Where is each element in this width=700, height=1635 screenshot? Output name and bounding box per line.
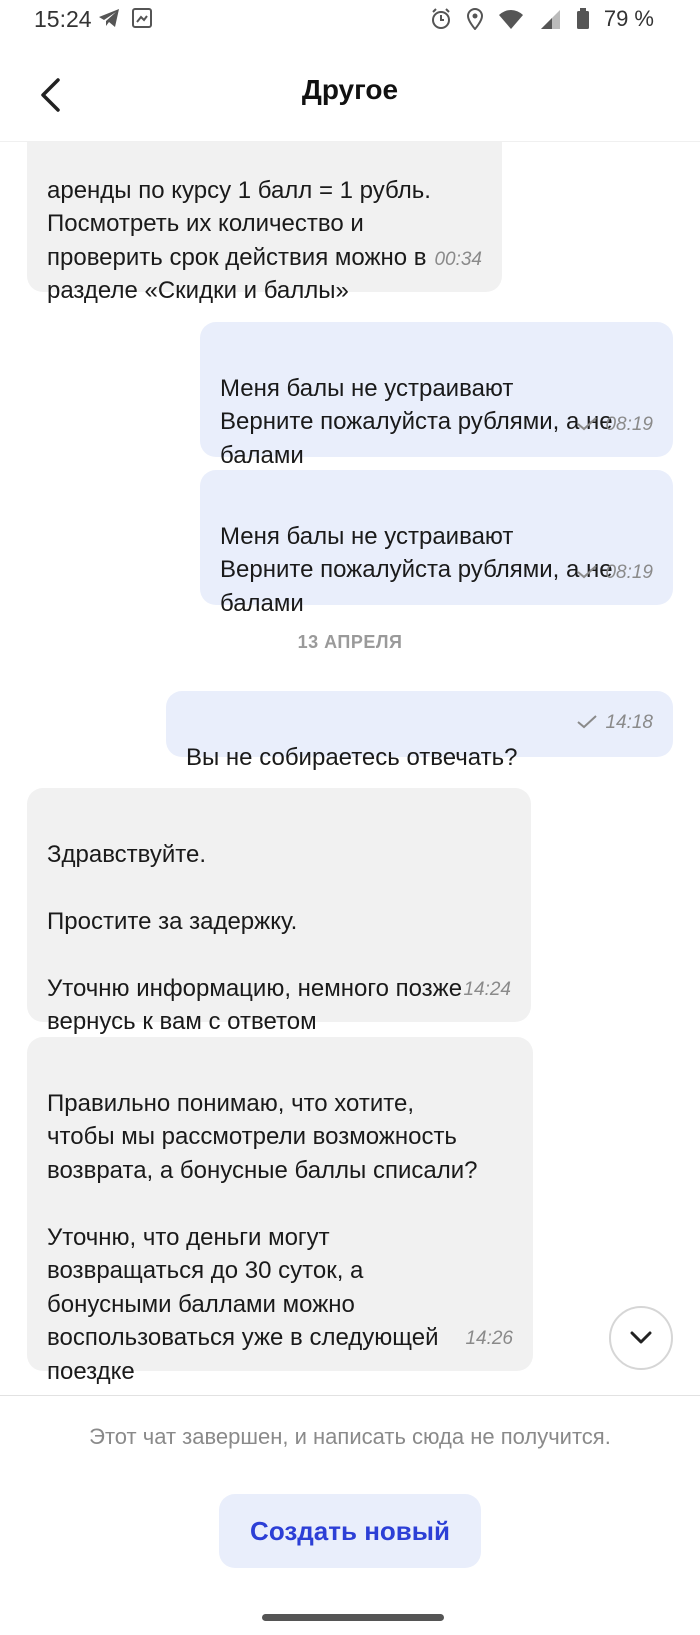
message-outgoing: Меня балы не устраивают Верните пожалуйс… <box>200 322 673 469</box>
battery-icon <box>576 8 589 29</box>
page-title: Другое <box>301 74 399 105</box>
footer-divider <box>0 1395 700 1396</box>
check-icon <box>577 417 598 431</box>
message-incoming: Правильно понимаю, что хотите, чтобы мы … <box>27 1037 533 1385</box>
message-meta: 00:34 <box>434 243 482 277</box>
message-incoming: Здравствуйте. Простите за задержку. Уточ… <box>27 788 531 1035</box>
message-time: 14:24 <box>463 978 511 1000</box>
message-incoming: аренды по курсу 1 балл = 1 рубль. Посмот… <box>27 142 502 304</box>
message-meta: 08:19 <box>577 408 653 442</box>
status-left-icons <box>98 8 152 28</box>
message-time: 08:19 <box>605 413 653 435</box>
battery-percentage: 79 % <box>603 6 654 31</box>
status-time: 15:24 <box>34 6 92 32</box>
status-right-icons: 79 % <box>430 6 654 32</box>
chevron-down-icon <box>630 1331 652 1344</box>
message-outgoing: Меня балы не устраивают Верните пожалуйс… <box>200 470 673 617</box>
message-time: 14:18 <box>605 711 653 733</box>
location-icon <box>466 8 483 30</box>
message-text: Здравствуйте. Простите за задержку. Уточ… <box>47 840 463 1036</box>
message-time: 14:26 <box>465 1327 513 1349</box>
message-meta: 08:19 <box>577 556 653 590</box>
status-bar: 15:24 79 % <box>0 0 700 40</box>
home-indicator[interactable] <box>262 1614 444 1621</box>
chat-messages[interactable]: аренды по курсу 1 балл = 1 рубль. Посмот… <box>0 142 700 1396</box>
date-separator: 13 АПРЕЛЯ <box>297 632 403 652</box>
message-meta: 14:18 <box>577 706 653 740</box>
message-time: 00:34 <box>434 248 482 270</box>
wifi-icon <box>498 10 523 29</box>
check-icon <box>577 565 598 579</box>
message-text: аренды по курсу 1 балл = 1 рубль. Посмот… <box>47 176 431 305</box>
alarm-icon <box>431 8 450 29</box>
chat-header: Другое <box>0 48 700 142</box>
photo-icon <box>132 8 152 28</box>
signal-icon <box>540 10 560 29</box>
message-outgoing: Вы не собираетесь отвечать? 14:18 <box>166 691 673 771</box>
scroll-down-button[interactable] <box>609 1306 673 1370</box>
message-time: 08:19 <box>605 561 653 583</box>
message-meta: 14:26 <box>465 1322 513 1356</box>
chat-closed-notice: Этот чат завершен, и написать сюда не по… <box>89 1424 611 1449</box>
create-new-button[interactable]: Создать новый <box>219 1494 481 1568</box>
check-icon <box>577 715 598 729</box>
message-text: Правильно понимаю, что хотите, чтобы мы … <box>47 1089 478 1385</box>
message-meta: 14:24 <box>463 973 511 1007</box>
message-text: Вы не собираетесь отвечать? <box>186 743 518 771</box>
telegram-icon <box>99 9 119 27</box>
